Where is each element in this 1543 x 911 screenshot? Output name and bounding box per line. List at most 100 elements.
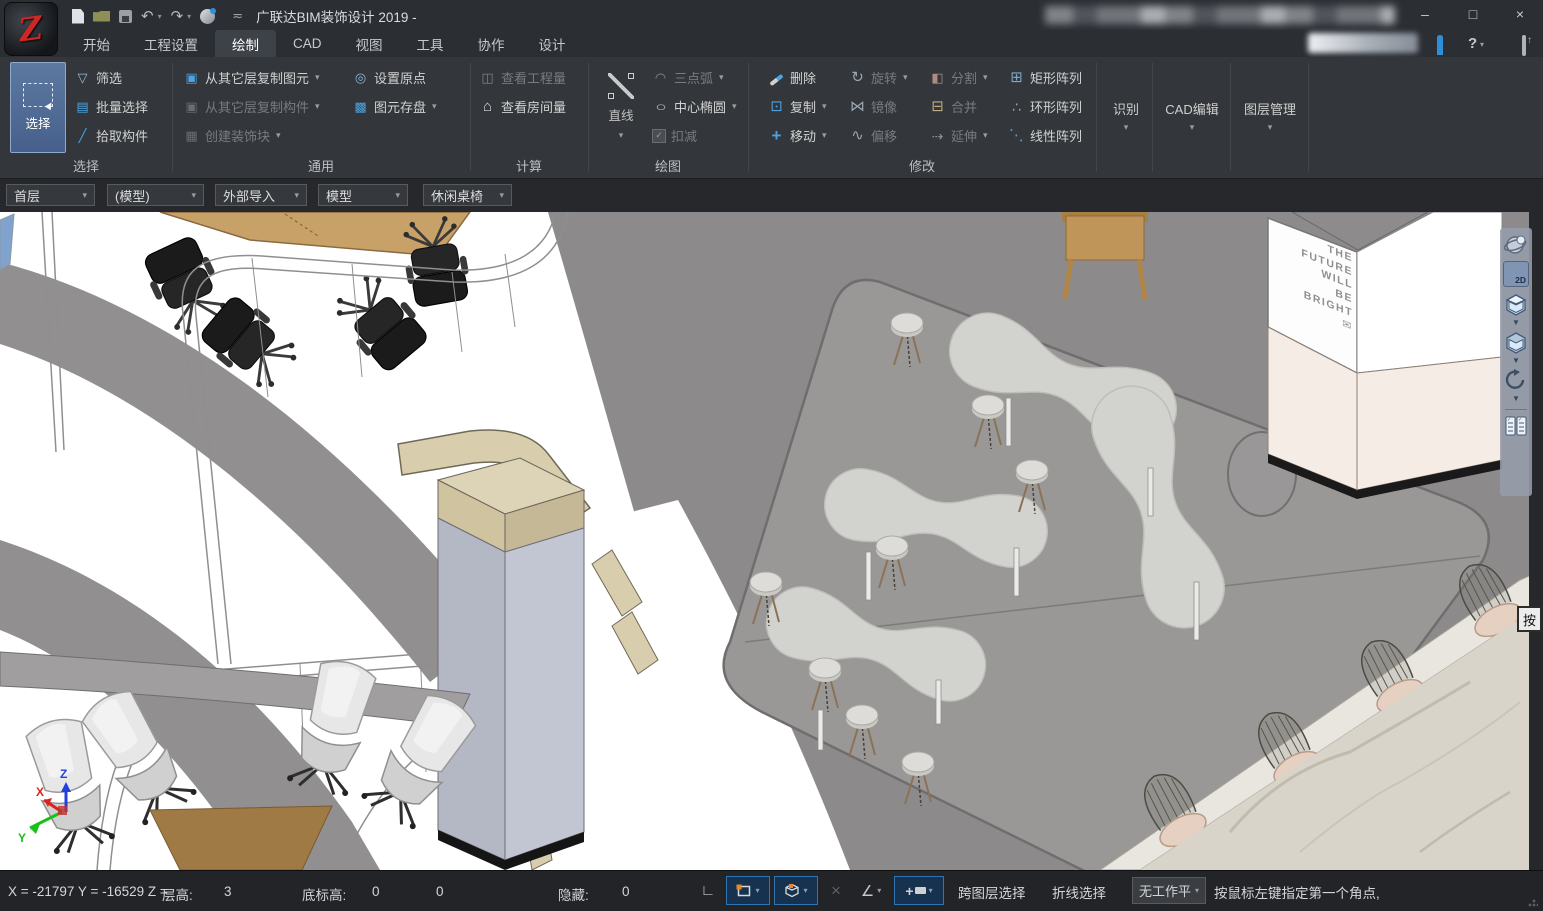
new-file-icon[interactable]: [72, 9, 84, 24]
delete-button[interactable]: 删除: [768, 65, 816, 90]
tab-project-settings[interactable]: 工程设置: [127, 30, 215, 57]
offset-button[interactable]: 偏移: [849, 123, 897, 148]
resize-grip[interactable]: [1528, 897, 1538, 907]
view-list-icon[interactable]: ✓✓: [1504, 415, 1528, 437]
polyline-select-button[interactable]: 折线选择: [1052, 882, 1106, 902]
create-decor-block-button[interactable]: 创建装饰块▾: [183, 123, 281, 148]
tab-tools[interactable]: 工具: [400, 30, 461, 57]
bottom-elevation-value[interactable]: 0: [372, 884, 380, 899]
help-caret-icon[interactable]: ▾: [1480, 40, 1484, 49]
pick-component-button[interactable]: 拾取构件: [74, 123, 148, 148]
copy-elements-from-layer-button[interactable]: 从其它层复制图元▾: [183, 65, 320, 90]
rect-array-icon: [1008, 70, 1025, 85]
minimize-button[interactable]: –: [1410, 3, 1440, 25]
layer-manage-button[interactable]: 图层管理▾: [1232, 62, 1308, 170]
rect-array-button[interactable]: 矩形阵列: [1008, 65, 1082, 90]
deduct-checkbox[interactable]: 扣减: [652, 123, 697, 148]
close-button[interactable]: ×: [1505, 3, 1535, 25]
view-navigation-toolbar: 2D ▼ ▼ ▼ ✓✓: [1500, 228, 1532, 496]
workplane-select[interactable]: 无工作平▾: [1132, 877, 1206, 904]
chevron-down-icon[interactable]: ▼: [1512, 357, 1520, 365]
extend-button[interactable]: 延伸▾: [929, 123, 988, 148]
model-filter-select[interactable]: (模型)▾: [107, 184, 204, 206]
tab-view[interactable]: 视图: [339, 30, 400, 57]
ortho-mode-button[interactable]: [694, 876, 722, 905]
sync-sphere-icon[interactable]: [200, 9, 215, 24]
redo-icon[interactable]: ↷: [171, 9, 184, 24]
disabled-x-button[interactable]: [822, 876, 850, 905]
rotate-button[interactable]: 旋转▾: [849, 65, 908, 90]
2d-view-button[interactable]: 2D: [1503, 261, 1529, 287]
help-button[interactable]: ?: [1468, 35, 1477, 52]
recognize-button[interactable]: 识别▾: [1100, 62, 1152, 170]
display-mode-select[interactable]: 模型▾: [318, 184, 408, 206]
merge-button[interactable]: 合并: [929, 94, 977, 119]
select-big-button[interactable]: 选择: [10, 62, 66, 153]
undo-icon[interactable]: ↶: [141, 9, 154, 24]
redo-caret-icon[interactable]: ▾: [187, 12, 191, 21]
component-select[interactable]: 休闲桌椅▾: [423, 184, 512, 206]
split-button[interactable]: 分割▾: [929, 65, 988, 90]
open-file-icon[interactable]: [93, 11, 110, 22]
line-icon: [608, 73, 634, 99]
viewport[interactable]: X Y Z THE FUTURE WILL BE BRIGHT ✉ 2D: [0, 212, 1543, 870]
chevron-down-icon: ▾: [82, 190, 87, 201]
redacted-title-text: [1045, 6, 1395, 24]
orbit-icon[interactable]: [1504, 233, 1528, 257]
save-element-button[interactable]: 图元存盘▾: [352, 94, 437, 119]
tab-collaborate[interactable]: 协作: [461, 30, 522, 57]
box-snap-button[interactable]: ▾: [774, 876, 818, 905]
box-snap-icon: [784, 883, 800, 898]
move-button[interactable]: 移动▾: [768, 123, 827, 148]
mirror-button[interactable]: 镜像: [849, 94, 897, 119]
extend-icon: [929, 129, 946, 143]
copy-components-from-layer-button[interactable]: 从其它层复制构件▾: [183, 94, 320, 119]
title-bar: Z ↶▾ ↷▾ ≂ 广联达BIM装饰设计 2019 - – □ ×: [0, 0, 1543, 30]
app-logo[interactable]: Z: [4, 2, 58, 56]
box-view-icon[interactable]: [1503, 329, 1529, 355]
set-origin-button[interactable]: 设置原点: [352, 65, 426, 90]
tab-cad[interactable]: CAD: [276, 30, 339, 57]
angle-snap-button[interactable]: ▾: [852, 876, 890, 905]
center-ellipse-button[interactable]: 中心椭圆▾: [652, 94, 737, 119]
quick-access-toolbar: ↶▾ ↷▾ ≂ 广联达BIM装饰设计 2019 -: [72, 6, 417, 26]
circular-array-button[interactable]: 环形阵列: [1008, 94, 1082, 119]
undo-caret-icon[interactable]: ▾: [158, 12, 162, 21]
linear-array-icon: [1008, 128, 1025, 143]
coordinate-input-button[interactable]: +▾: [894, 876, 944, 905]
chevron-down-icon[interactable]: ▼: [1512, 395, 1520, 403]
floor-height-value[interactable]: 3: [224, 884, 232, 899]
linear-array-button[interactable]: 线性阵列: [1008, 123, 1082, 148]
chevron-down-icon: ▾: [294, 190, 299, 201]
line-big-button[interactable]: 直线 ▾: [598, 62, 644, 151]
cross-layer-select-button[interactable]: 跨图层选择: [958, 882, 1026, 902]
chevron-down-icon[interactable]: ▼: [1512, 319, 1520, 327]
view-room-quantity-button[interactable]: 查看房间量: [479, 94, 566, 119]
support-headset-icon[interactable]: [1437, 38, 1443, 56]
cad-edit-button[interactable]: CAD编辑▾: [1154, 62, 1230, 170]
bottom-elevation-label: 底标高:: [302, 884, 346, 904]
filter-button[interactable]: 筛选: [74, 65, 122, 90]
offset-value[interactable]: 0: [436, 884, 444, 899]
source-select[interactable]: 外部导入▾: [215, 184, 307, 206]
floor-select[interactable]: 首层▾: [6, 184, 95, 206]
rotate-icon: [849, 70, 866, 85]
batch-select-button[interactable]: 批量选择: [74, 94, 148, 119]
maximize-button[interactable]: □: [1458, 3, 1488, 25]
eyedropper-icon: [74, 129, 91, 142]
tab-draw[interactable]: 绘制: [215, 30, 276, 57]
rect-snap-button[interactable]: ▾: [726, 876, 770, 905]
copy-button[interactable]: 复制▾: [768, 94, 827, 119]
tab-start[interactable]: 开始: [66, 30, 127, 57]
view-quantity-button[interactable]: 查看工程量: [479, 65, 566, 90]
3d-view-cube-icon[interactable]: [1503, 291, 1529, 317]
cursor-tooltip: 按: [1517, 606, 1542, 632]
save-icon[interactable]: [119, 10, 132, 23]
tab-design[interactable]: 设计: [522, 30, 583, 57]
cursor-coordinates: X = -21797 Y = -16529 Z =: [8, 884, 168, 899]
refresh-view-icon[interactable]: [1504, 367, 1528, 393]
three-point-arc-button[interactable]: 三点弧▾: [652, 65, 724, 90]
rect-snap-icon: [736, 884, 752, 898]
line-caret-icon: ▾: [619, 130, 624, 141]
collapse-ribbon-icon[interactable]: [1522, 37, 1526, 55]
